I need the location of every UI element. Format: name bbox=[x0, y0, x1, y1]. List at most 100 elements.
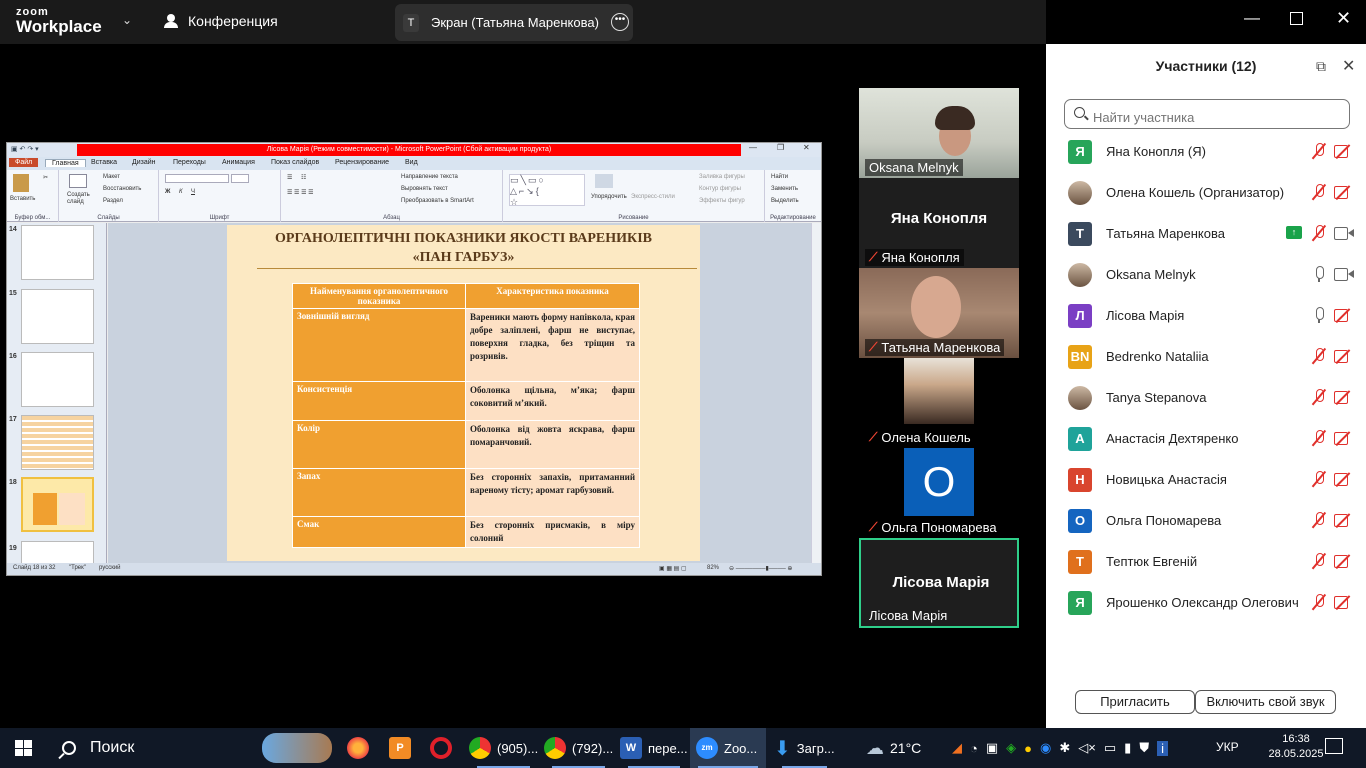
camera-off-icon[interactable] bbox=[1334, 144, 1354, 158]
participant-row[interactable]: Олена Кошель (Организатор) bbox=[1046, 173, 1366, 214]
layout-button[interactable]: Макет bbox=[103, 174, 120, 180]
firefox-icon[interactable] bbox=[347, 728, 369, 768]
camera-icon[interactable] bbox=[1334, 226, 1354, 240]
camera-icon[interactable] bbox=[1334, 267, 1354, 281]
participant-row[interactable]: Л Лісова Марія bbox=[1046, 296, 1366, 337]
share-indicator[interactable]: T Экран (Татьяна Маренкова) ••• bbox=[395, 4, 633, 41]
security-icon[interactable]: ⛊ bbox=[1139, 740, 1149, 756]
taskbar-app-chrome-2[interactable]: (792)... bbox=[544, 728, 613, 768]
participant-row[interactable]: T Тептюк Евгеній bbox=[1046, 542, 1366, 583]
mic-icon[interactable] bbox=[1312, 306, 1326, 324]
mic-icon[interactable] bbox=[1312, 265, 1326, 283]
camera-off-icon[interactable] bbox=[1334, 390, 1354, 404]
input-language[interactable]: УКР bbox=[1216, 740, 1239, 768]
mic-muted-icon[interactable] bbox=[1312, 593, 1326, 611]
windows-start-icon[interactable] bbox=[15, 740, 32, 756]
microphone-icon[interactable]: ▮ bbox=[1124, 740, 1131, 756]
tab-transitions[interactable]: Переходы bbox=[173, 159, 206, 166]
slide-vertical-scrollbar[interactable] bbox=[811, 223, 821, 563]
slide-thumbnail[interactable] bbox=[21, 541, 94, 563]
bold-icon[interactable]: Ж bbox=[165, 189, 170, 195]
slide-thumbnail-selected[interactable] bbox=[21, 477, 94, 532]
network-icon[interactable]: ◔ bbox=[970, 741, 978, 756]
tray-app-icon[interactable]: ◢ bbox=[952, 740, 962, 756]
slide-18[interactable]: ОРГАНОЛЕПТИЧНІ ПОКАЗНИКИ ЯКОСТІ ВАРЕНИКІ… bbox=[227, 225, 700, 561]
align-text-button[interactable]: Выровнять текст bbox=[401, 186, 448, 192]
new-slide-button[interactable]: Создать слайд bbox=[67, 192, 97, 206]
camera-off-icon[interactable] bbox=[1334, 472, 1354, 486]
tray-app-icon[interactable]: ● bbox=[1024, 741, 1032, 756]
slide-thumbnail[interactable] bbox=[21, 415, 94, 470]
slides-thumbnail-pane[interactable]: 14 15 16 17 18 19 ☝ bbox=[7, 223, 107, 563]
quick-access-icons[interactable]: ▣ ↶ ↷ ▾ bbox=[11, 145, 39, 153]
shape-outline-button[interactable]: Контур фигуры bbox=[699, 186, 741, 192]
font-size-select[interactable] bbox=[231, 174, 249, 183]
italic-icon[interactable]: К bbox=[179, 189, 183, 195]
participant-row[interactable]: T Татьяна Маренкова ↑ bbox=[1046, 214, 1366, 255]
tab-slideshow[interactable]: Показ слайдов bbox=[271, 159, 319, 166]
participant-row[interactable]: BN Bedrenko Nataliia bbox=[1046, 337, 1366, 378]
reset-button[interactable]: Восстановить bbox=[103, 186, 141, 192]
participant-search-input[interactable] bbox=[1064, 99, 1350, 129]
section-button[interactable]: Раздел bbox=[103, 198, 123, 204]
info-icon[interactable]: i bbox=[1157, 740, 1168, 756]
camera-off-icon[interactable] bbox=[1334, 349, 1354, 363]
bluetooth-icon[interactable]: ✱ bbox=[1059, 740, 1070, 756]
tab-design[interactable]: Дизайн bbox=[132, 159, 156, 166]
participant-row[interactable]: А Анастасія Дехтяренко bbox=[1046, 419, 1366, 460]
clock[interactable]: 16:38 28.05.2025 bbox=[1268, 732, 1324, 768]
participant-row[interactable]: Oksana Melnyk bbox=[1046, 255, 1366, 296]
smartart-button[interactable]: Преобразовать в SmartArt bbox=[401, 198, 474, 204]
mic-muted-icon[interactable] bbox=[1312, 347, 1326, 365]
mic-muted-icon[interactable] bbox=[1312, 429, 1326, 447]
camera-off-icon[interactable] bbox=[1334, 308, 1354, 322]
bullets-icon[interactable]: ☰ bbox=[287, 174, 292, 181]
video-tile-olga[interactable]: О ⟋ Ольга Пономарева bbox=[859, 448, 1019, 538]
restore-icon[interactable] bbox=[1290, 12, 1303, 25]
ppt-minimize-icon[interactable]: — bbox=[749, 143, 757, 152]
taskbar-app-zoom[interactable]: zm Zoo... bbox=[690, 728, 766, 768]
invite-button[interactable]: Пригласить bbox=[1075, 690, 1195, 714]
meeting-info-button[interactable]: Конференция bbox=[162, 13, 278, 29]
numbering-icon[interactable]: ☷ bbox=[301, 174, 306, 181]
taskbar-app-word[interactable]: W пере... bbox=[620, 728, 688, 768]
battery-icon[interactable]: ▭ bbox=[1104, 740, 1116, 756]
arrange-button[interactable]: Упорядочить bbox=[591, 194, 627, 200]
camera-off-icon[interactable] bbox=[1334, 595, 1354, 609]
quick-styles-button[interactable]: Экспресс-стили bbox=[631, 194, 675, 200]
tab-animation[interactable]: Анимация bbox=[222, 159, 255, 166]
slide-canvas[interactable]: ОРГАНОЛЕПТИЧНІ ПОКАЗНИКИ ЯКОСТІ ВАРЕНИКІ… bbox=[108, 223, 816, 563]
view-buttons-icon[interactable]: ▣ ▦ ▤ ▢ bbox=[659, 565, 687, 572]
find-button[interactable]: Найти bbox=[771, 174, 788, 180]
camera-off-icon[interactable] bbox=[1334, 185, 1354, 199]
shapes-gallery[interactable]: ▭╲▭○ △⌐↘{☆ bbox=[509, 174, 585, 207]
video-tile-lisova-active[interactable]: Лісова Марія Лісова Марія bbox=[859, 538, 1019, 628]
new-slide-icon[interactable] bbox=[69, 174, 87, 188]
mic-muted-icon[interactable] bbox=[1312, 142, 1326, 160]
chevron-down-icon[interactable]: ⌄ bbox=[122, 13, 132, 27]
replace-button[interactable]: Заменить bbox=[771, 186, 798, 192]
shape-fill-button[interactable]: Заливка фигуры bbox=[699, 174, 745, 180]
font-name-select[interactable] bbox=[165, 174, 229, 183]
cut-icon[interactable]: ✂ bbox=[43, 174, 48, 181]
video-tile-yana[interactable]: Яна Конопля ⟋ Яна Конопля bbox=[859, 178, 1019, 268]
volume-icon[interactable]: ◁× bbox=[1078, 740, 1096, 756]
video-tile-olena[interactable]: ⟋ Олена Кошель bbox=[859, 358, 1019, 448]
taskbar-search[interactable]: Поиск bbox=[62, 728, 134, 768]
tab-home[interactable]: Главная bbox=[45, 159, 86, 167]
mic-muted-icon[interactable] bbox=[1312, 183, 1326, 201]
unmute-button[interactable]: Включить свой звук bbox=[1195, 690, 1336, 714]
notifications-icon[interactable] bbox=[1325, 738, 1343, 754]
participant-row[interactable]: Я Ярошенко Олександр Олегович bbox=[1046, 583, 1366, 624]
arrange-icon[interactable] bbox=[595, 174, 613, 188]
slide-thumbnail[interactable] bbox=[21, 289, 94, 344]
camera-off-icon[interactable] bbox=[1334, 554, 1354, 568]
ppt-restore-icon[interactable]: ❐ bbox=[777, 143, 784, 152]
more-options-icon[interactable]: ••• bbox=[611, 13, 629, 31]
underline-icon[interactable]: Ч bbox=[191, 189, 195, 195]
tab-review[interactable]: Рецензирование bbox=[335, 159, 389, 166]
mic-muted-icon[interactable] bbox=[1312, 224, 1326, 242]
slide-thumbnail[interactable] bbox=[21, 225, 94, 280]
video-tile-oksana[interactable]: Oksana Melnyk bbox=[859, 88, 1019, 178]
weather-widget[interactable]: ☁ 21°C bbox=[866, 728, 921, 768]
